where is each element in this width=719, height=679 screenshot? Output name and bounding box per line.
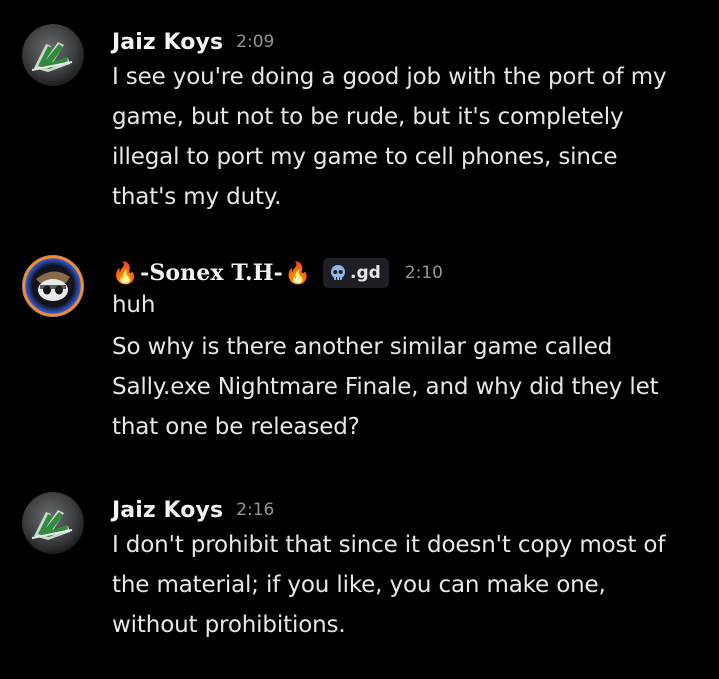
message-line: So why is there another similar game cal…	[112, 334, 613, 360]
masked-character-icon	[22, 255, 84, 317]
message-content: Jaiz Koys 2:16 I don't prohibit that sin…	[112, 496, 707, 645]
guild-tag-label: .gd	[349, 263, 381, 283]
avatar-jaiz-koys[interactable]	[22, 492, 84, 554]
message-content: Jaiz Koys 2:09 I see you're doing a good…	[112, 28, 707, 217]
avatar-jaiz-koys[interactable]	[22, 24, 84, 86]
timestamp[interactable]: 2:09	[236, 32, 274, 52]
message-header: Jaiz Koys 2:09	[112, 28, 707, 56]
message-line: I see you're doing a good job with the p…	[112, 64, 667, 90]
message-line: without prohibitions.	[112, 612, 346, 638]
message-line: illegal to port my game to cell phones, …	[112, 144, 618, 170]
guild-tag[interactable]: .gd	[322, 258, 389, 288]
message-header: Jaiz Koys 2:16	[112, 496, 707, 524]
message-line: I don't prohibit that since it doesn't c…	[112, 532, 666, 558]
avatar-sonex[interactable]	[22, 255, 84, 317]
timestamp[interactable]: 2:16	[236, 500, 274, 520]
message-body: I don't prohibit that since it doesn't c…	[112, 525, 707, 645]
fire-icon: 🔥	[284, 260, 311, 285]
message-body: huh So why is there another similar game…	[112, 289, 707, 447]
message-header: 🔥 -Sonex T.H- 🔥 .gd 2:10	[112, 258, 707, 288]
fire-icon: 🔥	[112, 260, 139, 285]
message-line: game, but not to be rude, but it's compl…	[112, 104, 624, 130]
skull-icon	[330, 265, 345, 280]
message-line: Sally.exe Nightmare Finale, and why did …	[112, 374, 659, 400]
username[interactable]: Jaiz Koys	[112, 498, 223, 523]
jk-logo-icon	[22, 492, 84, 554]
username[interactable]: -Sonex T.H-	[140, 260, 283, 286]
message-body: I see you're doing a good job with the p…	[112, 57, 707, 217]
message-line: huh	[112, 292, 156, 318]
message-line: that one be released?	[112, 414, 360, 440]
timestamp[interactable]: 2:10	[405, 263, 443, 283]
jk-logo-icon	[22, 24, 84, 86]
username[interactable]: Jaiz Koys	[112, 30, 223, 55]
message-content: 🔥 -Sonex T.H- 🔥 .gd 2:10 huh So why is t…	[112, 258, 707, 447]
message-line: that's my duty.	[112, 184, 282, 210]
message-line: the material; if you like, you can make …	[112, 572, 606, 598]
